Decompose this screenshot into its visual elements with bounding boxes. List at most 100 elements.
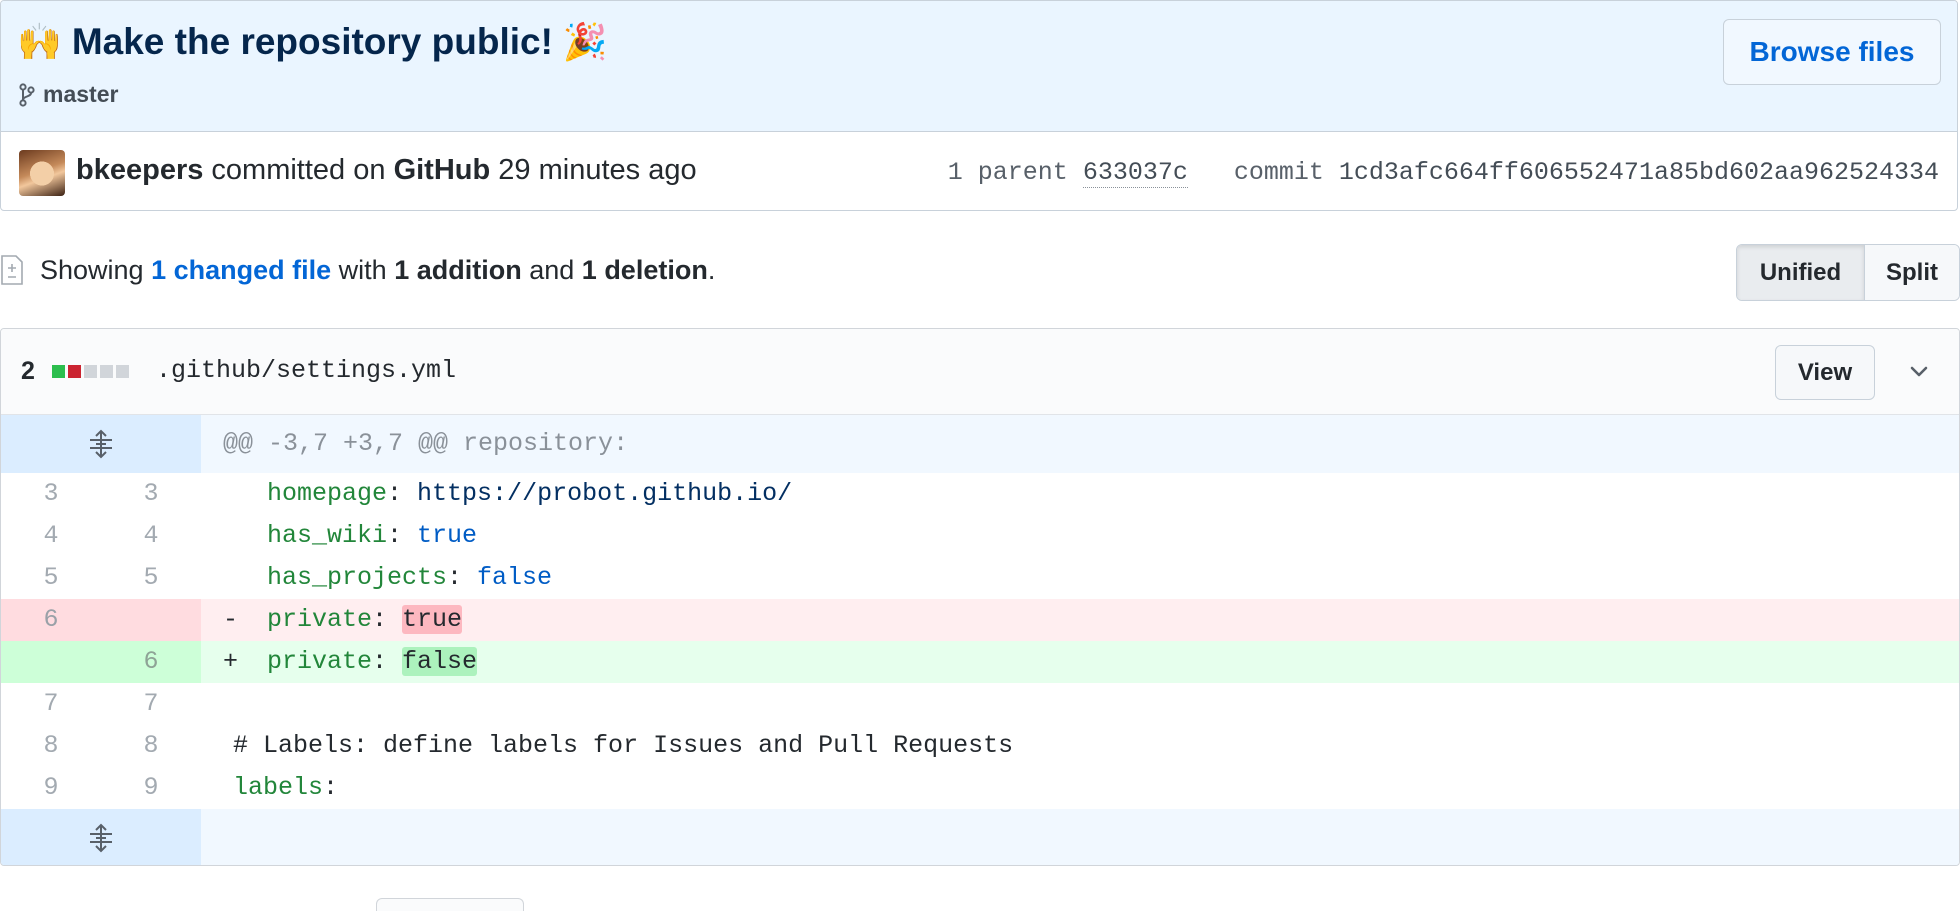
hunk-header: @@ -3,7 +3,7 @@ repository: bbox=[201, 415, 1959, 473]
new-line-number[interactable]: 3 bbox=[101, 473, 201, 515]
changed-value: true bbox=[402, 605, 463, 634]
diff-sign: - bbox=[223, 605, 239, 634]
new-line-number[interactable]: 6 bbox=[101, 641, 201, 683]
unified-view-button[interactable]: Unified bbox=[1737, 245, 1865, 300]
context-line-row: 77 bbox=[1, 683, 1959, 725]
platform-name: GitHub bbox=[393, 154, 491, 186]
comment-text: # Labels: define labels for Issues and P… bbox=[233, 731, 1014, 760]
yaml-key: private bbox=[267, 605, 373, 634]
code-line: has_projects: false bbox=[201, 557, 1959, 599]
yaml-separator: : bbox=[387, 521, 418, 550]
commit-id: commit 1cd3afc664ff606552471a85bd602aa96… bbox=[1234, 158, 1939, 187]
parent-sha-link[interactable]: 633037c bbox=[1082, 158, 1188, 188]
and-text: and bbox=[529, 254, 575, 285]
yaml-value: false bbox=[477, 563, 553, 592]
old-line-number[interactable]: 6 bbox=[1, 599, 101, 641]
yaml-separator: : bbox=[372, 647, 403, 676]
changed-value: false bbox=[402, 647, 478, 676]
old-line-number[interactable] bbox=[1, 641, 101, 683]
new-line-number[interactable]: 5 bbox=[101, 557, 201, 599]
deletions-count: 1 deletion bbox=[581, 254, 708, 285]
period-text: . bbox=[707, 254, 716, 285]
with-text: with bbox=[338, 254, 387, 285]
code-line: - private: true bbox=[201, 599, 1959, 641]
yaml-key: homepage bbox=[267, 479, 388, 508]
code-line: has_wiki: true bbox=[201, 515, 1959, 557]
old-line-number[interactable]: 3 bbox=[1, 473, 101, 515]
commit-header: 🙌 Make the repository public! 🎉 master B… bbox=[0, 0, 1958, 211]
diffstat-block bbox=[68, 365, 81, 378]
diff-view-toggle: Unified Split bbox=[1736, 244, 1960, 301]
old-line-number[interactable]: 5 bbox=[1, 557, 101, 599]
new-line-number[interactable]: 4 bbox=[101, 515, 201, 557]
file-diff: 2 .github/settings.yml View @@ -3,7 +3,7… bbox=[0, 328, 1960, 866]
expand-down-button[interactable] bbox=[1, 809, 201, 865]
unfold-icon bbox=[90, 429, 112, 459]
commit-message: Make the repository public! bbox=[71, 21, 553, 62]
new-line-number[interactable] bbox=[101, 599, 201, 641]
yaml-separator: : bbox=[323, 773, 339, 802]
commit-time: 29 minutes ago bbox=[498, 154, 697, 186]
diffstat-bar bbox=[52, 365, 129, 378]
author-avatar[interactable] bbox=[19, 150, 65, 196]
context-line-row: 4 4 has_wiki: true bbox=[1, 515, 1959, 557]
file-change-count: 2 bbox=[21, 357, 35, 385]
diffstat-block bbox=[100, 365, 113, 378]
diffstat-block bbox=[52, 365, 65, 378]
added-line-row: 6 + private: false bbox=[1, 641, 1959, 683]
branch-name: master bbox=[43, 81, 119, 107]
git-branch-icon bbox=[19, 82, 35, 107]
yaml-value: https://probot.github.io/ bbox=[417, 479, 793, 508]
parent-label: 1 parent bbox=[947, 158, 1068, 187]
expand-up-button[interactable] bbox=[1, 415, 201, 473]
view-file-button[interactable]: View bbox=[1775, 345, 1875, 400]
yaml-separator: : bbox=[372, 605, 403, 634]
author-link[interactable]: bkeepers bbox=[76, 154, 203, 186]
code-line: + private: false bbox=[201, 641, 1959, 683]
commit-title-area: 🙌 Make the repository public! 🎉 master B… bbox=[1, 1, 1957, 132]
yaml-separator: : bbox=[387, 479, 418, 508]
diffstat-block bbox=[116, 365, 129, 378]
author-line: bkeepers committed on GitHub 29 minutes … bbox=[76, 154, 697, 187]
showing-text: Showing bbox=[40, 254, 144, 285]
committed-text: committed on bbox=[211, 154, 386, 186]
diff-table: @@ -3,7 +3,7 @@ repository: 3 3 homepage: … bbox=[1, 415, 1959, 865]
context-line-row: 8 8 # Labels: define labels for Issues and… bbox=[1, 725, 1959, 767]
yaml-key: has_projects bbox=[267, 563, 448, 592]
split-view-button[interactable]: Split bbox=[1865, 245, 1959, 300]
commit-label: commit bbox=[1233, 158, 1324, 187]
new-line-number[interactable]: 9 bbox=[101, 767, 201, 809]
file-path-link[interactable]: .github/settings.yml bbox=[156, 356, 456, 385]
commit-sha-info: 1 parent 633037c commit 1cd3afc664ff6065… bbox=[947, 158, 1939, 188]
old-line-number[interactable]: 8 bbox=[1, 725, 101, 767]
chevron-down-icon[interactable] bbox=[1907, 359, 1931, 383]
old-line-number[interactable]: 4 bbox=[1, 515, 101, 557]
diffstat-block bbox=[84, 365, 97, 378]
diff-sign: + bbox=[223, 647, 239, 676]
commit-meta: bkeepers committed on GitHub 29 minutes … bbox=[1, 132, 1957, 210]
hunk-header-row: @@ -3,7 +3,7 @@ repository: bbox=[1, 415, 1959, 473]
changed-files-link[interactable]: 1 changed file bbox=[151, 255, 331, 286]
file-diff-icon bbox=[1, 255, 23, 285]
yaml-key: labels bbox=[233, 773, 324, 802]
yaml-key: has_wiki bbox=[267, 521, 388, 550]
code-line: labels: bbox=[201, 767, 1959, 809]
yaml-key: private bbox=[267, 647, 373, 676]
new-line-number[interactable]: 7 bbox=[101, 683, 201, 725]
old-line-number[interactable]: 7 bbox=[1, 683, 101, 725]
additions-count: 1 addition bbox=[394, 254, 522, 285]
browse-files-button[interactable]: Browse files bbox=[1723, 19, 1941, 85]
partial-button[interactable] bbox=[376, 898, 524, 911]
context-line-row: 9 9 labels: bbox=[1, 767, 1959, 809]
hunk-footer-row bbox=[1, 809, 1959, 865]
new-line-number[interactable]: 8 bbox=[101, 725, 201, 767]
unfold-icon bbox=[90, 823, 112, 853]
old-line-number[interactable]: 9 bbox=[1, 767, 101, 809]
code-line: homepage: https://probot.github.io/ bbox=[201, 473, 1959, 515]
branch-indicator[interactable]: master bbox=[19, 81, 118, 108]
diff-summary: Showing 1 changed file with 1 addition a… bbox=[0, 250, 715, 290]
raised-hands-emoji-icon: 🙌 bbox=[17, 21, 62, 62]
commit-title: 🙌 Make the repository public! 🎉 bbox=[17, 21, 608, 63]
code-line: # Labels: define labels for Issues and P… bbox=[201, 725, 1959, 767]
